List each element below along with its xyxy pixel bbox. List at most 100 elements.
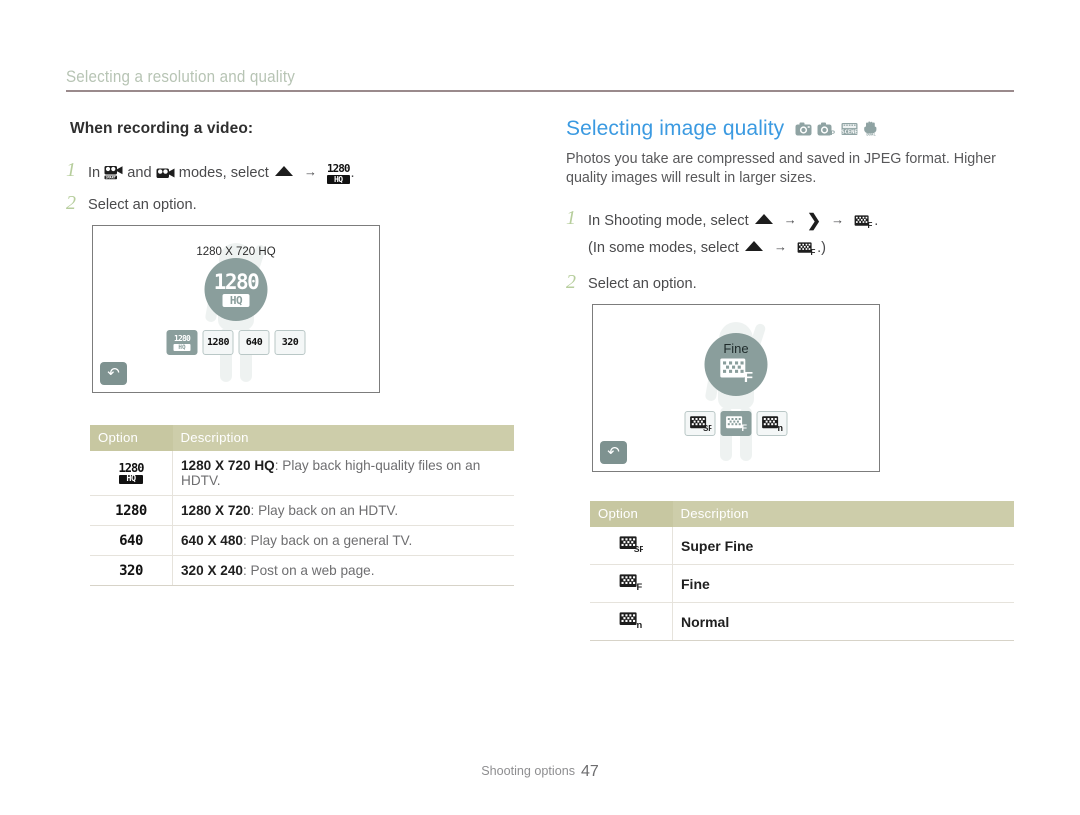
right-step-1-line1-before: In Shooting mode, select: [588, 213, 749, 229]
image-quality-screen: Fine F S F n ↶: [592, 304, 880, 472]
smart-movie-mode-icon: SMART: [104, 165, 123, 180]
quality-selected-chip: Fine F: [704, 333, 768, 396]
video-selected-chip: 1280 HQ: [204, 258, 268, 321]
svg-text:P: P: [831, 130, 836, 136]
row-description: 1280 X 720: Play back on an HDTV.: [172, 495, 514, 526]
left-column: When recording a video: 1 In SMART and m…: [66, 120, 526, 393]
table-header-row: Option Description: [90, 425, 514, 451]
section-lede: Photos you take are compressed and saved…: [566, 151, 996, 186]
right-step-2-text: Select an option.: [588, 276, 697, 292]
video-option-1280[interactable]: 1280: [202, 330, 234, 355]
scene-mode-icon: SCENE: [841, 122, 858, 136]
right-step-1-line1-after: .: [874, 213, 879, 229]
right-step-1-number: 1: [566, 207, 576, 229]
left-step-1-word-and: and: [127, 165, 152, 181]
table-header-option: Option: [90, 425, 173, 451]
1280hq-badge-icon: 1280 HQ: [327, 163, 350, 184]
table-header-description: Description: [672, 501, 1014, 527]
row-icon-320: 320: [90, 555, 173, 586]
right-step-1-line2-before: (In some modes, select: [588, 240, 739, 256]
row-desc-bold: 1280 X 720: [181, 503, 251, 518]
table-row: 1280 1280 X 720: Play back on an HDTV.: [90, 495, 514, 526]
svg-text:F: F: [637, 581, 643, 591]
table-header-description: Description: [172, 425, 514, 451]
table-row: SF Super Fine: [590, 527, 1014, 565]
footer-section-name: Shooting options: [481, 764, 576, 778]
quality-option-fine[interactable]: F: [720, 411, 752, 436]
arrow-glyph: →: [774, 239, 787, 254]
quality-option-normal[interactable]: n: [756, 411, 788, 436]
table-row: n Normal: [590, 602, 1014, 641]
mode-icon-group: P SCENE DUAL: [795, 121, 879, 138]
svg-text:F: F: [743, 369, 752, 384]
row-icon-normal: n: [590, 602, 673, 641]
row-desc-bold: 640 X 480: [181, 533, 243, 548]
svg-text:F: F: [741, 423, 747, 432]
left-step-2-text: Select an option.: [88, 197, 197, 213]
row-desc-rest: : Play back on a general TV.: [242, 533, 413, 548]
row-label: Normal: [672, 602, 1014, 641]
fine-quality-icon: F: [797, 241, 816, 263]
svg-text:n: n: [637, 619, 643, 629]
right-step-2: 2 Select an option.: [566, 272, 1016, 295]
quality-option-super-fine[interactable]: SF: [684, 411, 716, 436]
svg-text:n: n: [777, 423, 783, 432]
row-label: Super Fine: [672, 527, 1014, 565]
svg-text:SF: SF: [702, 424, 711, 432]
svg-text:SF: SF: [634, 544, 643, 553]
row-icon-1280hq: 1280 HQ: [90, 451, 173, 496]
up-arrow-icon: [274, 166, 293, 176]
page-footer: Shooting options 47: [0, 763, 1080, 781]
header-rule: [66, 90, 1014, 92]
svg-text:SMART: SMART: [106, 176, 116, 180]
section-title: Selecting image quality: [566, 117, 785, 140]
row-label: Fine: [672, 564, 1014, 603]
svg-text:F: F: [811, 248, 816, 256]
video-screen-caption: 1280 X 720 HQ: [196, 246, 276, 258]
left-subheading: When recording a video:: [70, 120, 254, 137]
table-row: 640 640 X 480: Play back on a general TV…: [90, 525, 514, 556]
row-desc-rest: : Play back on an HDTV.: [250, 503, 399, 518]
back-icon[interactable]: ↶: [100, 362, 127, 385]
running-header-text: Selecting a resolution and quality: [66, 68, 296, 86]
running-header: Selecting a resolution and quality: [66, 68, 1014, 92]
table-row: F Fine: [590, 564, 1014, 603]
1280hq-badge-bottom: HQ: [327, 175, 350, 184]
row-description: 320 X 240: Post on a web page.: [172, 555, 514, 586]
left-step-2-number: 2: [66, 192, 76, 214]
table-row: 1280 HQ 1280 X 720 HQ: Play back high-qu…: [90, 451, 514, 496]
arrow-glyph: →: [783, 212, 797, 227]
right-step-1-line-2: (In some modes, select → F .): [588, 236, 878, 263]
video-option-640[interactable]: 640: [238, 330, 270, 355]
right-chevron-icon: ❯: [806, 211, 822, 230]
auto-camera-mode-icon: [795, 122, 812, 136]
section-title-row: Selecting image quality P SCENE DUAL: [566, 117, 1016, 141]
movie-mode-icon: [156, 167, 175, 180]
arrow-glyph: →: [831, 212, 845, 227]
left-step-1-word-modes-select: modes, select: [178, 165, 269, 181]
row-desc-rest: : Post on a web page.: [242, 563, 375, 578]
back-icon[interactable]: ↶: [600, 441, 627, 464]
table-header-row: Option Description: [590, 501, 1014, 527]
video-resolution-table: Option Description 1280 HQ 1280 X 720 HQ…: [90, 415, 514, 586]
left-step-1-text: In SMART and modes, select → 1280 HQ .: [88, 160, 355, 184]
program-mode-icon: P: [817, 122, 836, 137]
table-header-option: Option: [590, 501, 673, 527]
right-column: Selecting image quality P SCENE DUAL Pho…: [566, 117, 1016, 472]
video-selected-chip-suffix: HQ: [222, 294, 250, 307]
up-arrow-icon: [744, 241, 763, 251]
row-icon-super-fine: SF: [590, 527, 673, 565]
video-selected-chip-value: 1280: [213, 270, 260, 294]
right-step-1-line-1: In Shooting mode, select → ❯ → F .: [588, 209, 878, 236]
video-option-320[interactable]: 320: [274, 330, 306, 355]
video-option-1280hq[interactable]: 1280 HQ: [166, 330, 198, 355]
image-quality-table: Option Description SF Super Fine F Fine …: [590, 491, 1014, 641]
row-description: 640 X 480: Play back on a general TV.: [172, 525, 514, 556]
arrow-glyph: →: [303, 164, 317, 179]
right-step-1: 1 In Shooting mode, select → ❯ → F . (In…: [566, 208, 1016, 263]
video-resolution-screen: 1280 X 720 HQ 1280 HQ 1280 HQ 1280 640 3…: [92, 225, 380, 393]
table-row: 320 320 X 240: Post on a web page.: [90, 555, 514, 586]
svg-text:SCENE: SCENE: [842, 129, 858, 135]
right-step-2-number: 2: [566, 271, 576, 293]
1280hq-badge-top: 1280: [327, 162, 350, 175]
